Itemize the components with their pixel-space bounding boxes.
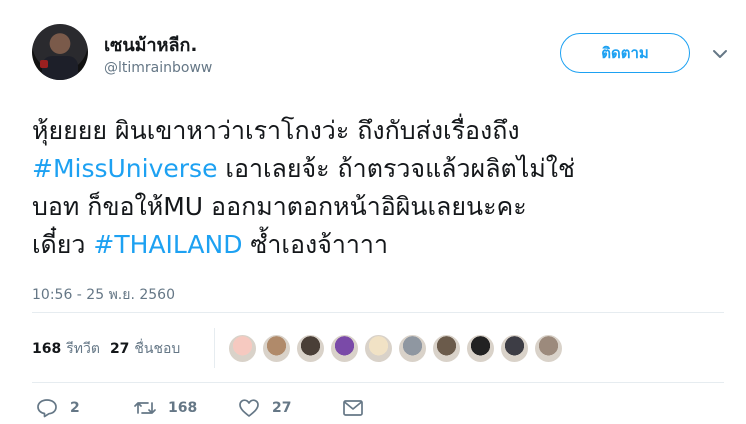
user-handle[interactable]: @ltimrainboww [104, 60, 212, 76]
divider [32, 382, 724, 383]
hashtag-thailand[interactable]: #THAILAND [93, 230, 242, 259]
like-count: 27 [272, 400, 292, 416]
chevron-down-icon[interactable] [712, 48, 728, 60]
message-button[interactable] [342, 398, 364, 418]
like-icon [239, 399, 259, 417]
likes-label: ชื่นชอบ [134, 341, 181, 357]
liker-avatar[interactable] [534, 334, 563, 363]
liker-avatar[interactable] [432, 334, 461, 363]
retweets-count: 168 [32, 341, 62, 357]
like-button[interactable]: 27 [238, 398, 342, 418]
stats-separator [214, 328, 215, 368]
liker-avatar[interactable] [330, 334, 359, 363]
reply-icon [37, 399, 57, 418]
liker-avatar[interactable] [262, 334, 291, 363]
user-name[interactable]: เซนม้าหลีก. [104, 30, 197, 59]
tweet-line-4-start: เดี๋ยว [32, 230, 94, 259]
tweet-actions: 2 168 27 [36, 396, 364, 420]
avatar[interactable] [32, 24, 88, 80]
avatar-detail [40, 60, 48, 68]
tweet-line-2: เอาเลยจ้ะ ถ้าตรวจแล้วผลิตไม่ใช่ [217, 154, 575, 183]
retweet-icon [134, 402, 156, 414]
retweets-label: รีทวีต [66, 341, 100, 357]
tweet-text: หุ้ยยยย ผินเขาหาว่าเราโกงว่ะ ถึงกับส่งเร… [32, 112, 722, 264]
liker-avatars [228, 334, 568, 364]
liker-avatar[interactable] [398, 334, 427, 363]
retweet-count: 168 [168, 400, 198, 416]
tweet-line-3: บอท ก็ขอให้MU ออกมาตอกหน้าอิผินเลยนะคะ [32, 192, 527, 221]
message-icon [343, 400, 363, 416]
reply-count: 2 [70, 400, 80, 416]
liker-avatar[interactable] [228, 334, 257, 363]
divider [32, 312, 724, 313]
tweet-timestamp[interactable]: 10:56 - 25 พ.ย. 2560 [32, 284, 175, 306]
tweet-stats: 168 รีทวีต 27 ชื่นชอบ [32, 338, 190, 360]
liker-avatar[interactable] [500, 334, 529, 363]
liker-avatar[interactable] [466, 334, 495, 363]
follow-button[interactable]: ติดตาม [560, 33, 690, 73]
retweets-stat[interactable]: 168 รีทวีต [32, 338, 100, 360]
tweet-card: เซนม้าหลีก. @ltimrainboww ติดตาม หุ้ยยยย… [0, 0, 746, 424]
retweet-button[interactable]: 168 [134, 398, 238, 418]
likes-stat[interactable]: 27 ชื่นชอบ [110, 338, 180, 360]
likes-count: 27 [109, 341, 130, 357]
hashtag-missuniverse[interactable]: #MissUniverse [32, 154, 217, 183]
liker-avatar[interactable] [296, 334, 325, 363]
tweet-line-1: หุ้ยยยย ผินเขาหาว่าเราโกงว่ะ ถึงกับส่งเร… [32, 116, 520, 145]
liker-avatar[interactable] [364, 334, 393, 363]
reply-button[interactable]: 2 [36, 398, 134, 418]
tweet-line-4-end: ซ้ำเองจ้าาาา [242, 230, 389, 259]
